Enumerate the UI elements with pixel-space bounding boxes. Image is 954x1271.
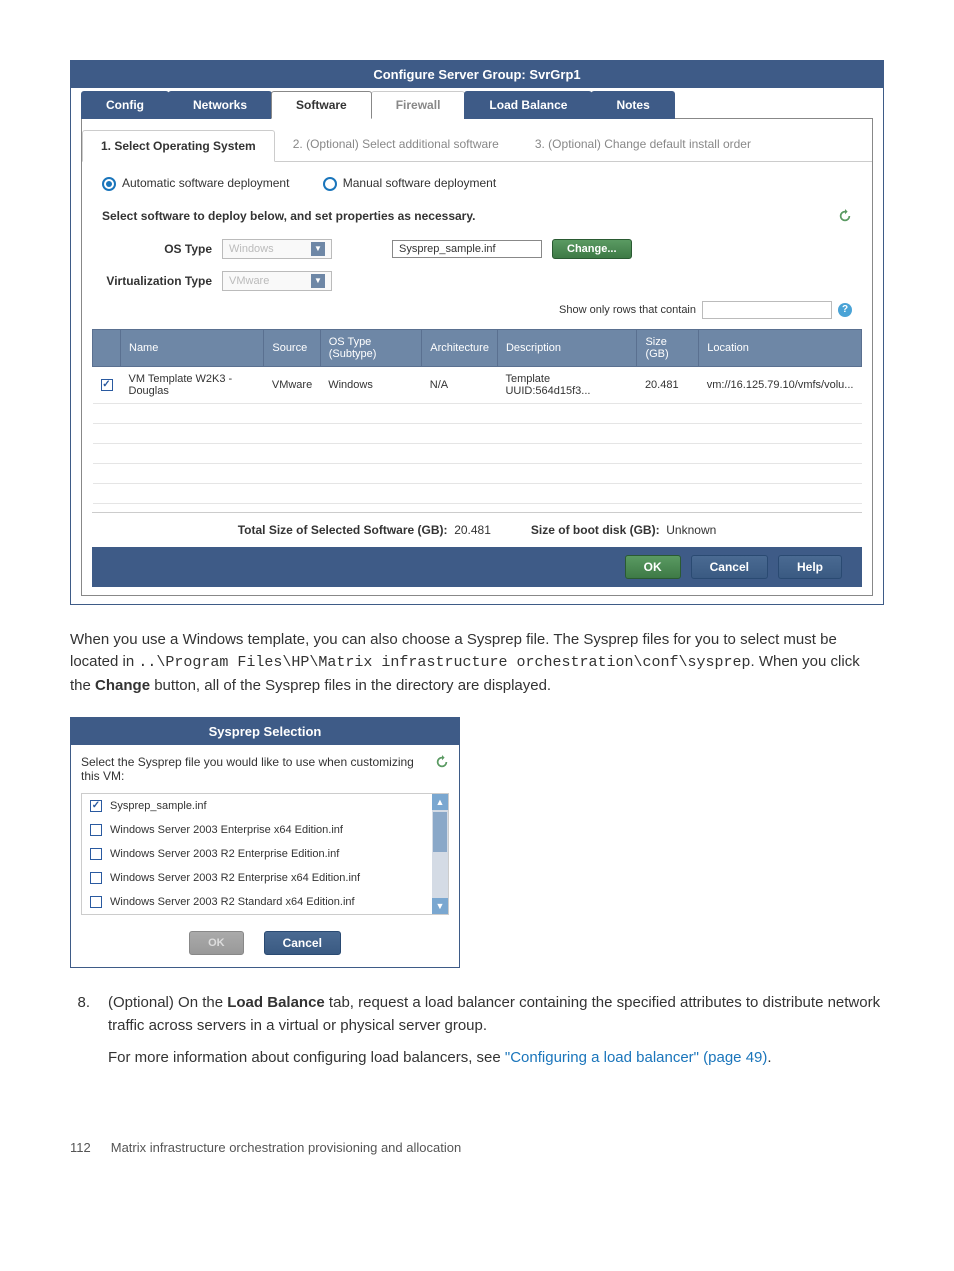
item-checkbox[interactable] [90,872,102,884]
radio-icon [323,177,337,191]
virt-type-label: Virtualization Type [102,274,212,288]
list-item[interactable]: Sysprep_sample.inf [82,794,448,818]
filter-row: Show only rows that contain ? [82,297,872,323]
refresh-icon[interactable] [435,755,449,769]
tab-panel: 1. Select Operating System 2. (Optional)… [81,118,873,596]
sysprep-selection-dialog: Sysprep Selection Select the Sysprep fil… [70,717,460,968]
scrollbar[interactable]: ▲ ▼ [432,794,448,914]
sysprep-list: Sysprep_sample.inf Windows Server 2003 E… [81,793,449,915]
total-size-label: Total Size of Selected Software (GB): [238,523,448,537]
deployment-radio-group: Automatic software deployment Manual sof… [82,162,872,201]
list-item[interactable]: Windows Server 2003 R2 Enterprise x64 Ed… [82,866,448,890]
totals-row: Total Size of Selected Software (GB): 20… [92,512,862,547]
step-number: 8. [70,992,90,1080]
help-icon[interactable]: ? [838,303,852,317]
sysprep-prompt: Select the Sysprep file you would like t… [81,755,435,783]
chapter-title: Matrix infrastructure orchestration prov… [111,1140,461,1155]
cell-arch: N/A [422,366,498,403]
section-heading: Select software to deploy below, and set… [102,209,475,223]
dialog-title: Sysprep Selection [71,718,459,745]
scroll-thumb[interactable] [433,812,447,852]
radio-icon [102,177,116,191]
tab-load-balance[interactable]: Load Balance [464,91,592,119]
page-number: 112 [70,1140,91,1155]
table-row[interactable]: VM Template W2K3 - Douglas VMware Window… [93,366,862,403]
change-button[interactable]: Change... [552,239,632,259]
tab-config[interactable]: Config [81,91,169,119]
col-size[interactable]: Size (GB) [637,329,699,366]
col-loc[interactable]: Location [699,329,862,366]
total-size-value: 20.481 [454,523,491,537]
os-type-select[interactable]: Windows▼ [222,239,332,259]
list-item[interactable]: Windows Server 2003 R2 Standard x64 Edit… [82,890,448,914]
boot-size-label: Size of boot disk (GB): [531,523,660,537]
table-row [93,423,862,443]
list-item[interactable]: Windows Server 2003 Enterprise x64 Editi… [82,818,448,842]
page-footer: 112 Matrix infrastructure orchestration … [70,1140,884,1155]
row-checkbox[interactable] [101,379,113,391]
cancel-button[interactable]: Cancel [264,931,341,955]
tab-networks[interactable]: Networks [168,91,272,119]
boot-size-value: Unknown [666,523,716,537]
tab-notes[interactable]: Notes [591,91,674,119]
virt-type-select[interactable]: VMware▼ [222,271,332,291]
link-configuring-load-balancer[interactable]: "Configuring a load balancer" (page 49) [505,1049,768,1066]
item-checkbox[interactable] [90,848,102,860]
cell-name: VM Template W2K3 - Douglas [121,366,264,403]
list-item[interactable]: Windows Server 2003 R2 Enterprise Editio… [82,842,448,866]
cell-source: VMware [264,366,320,403]
cell-loc: vm://16.125.79.10/vmfs/volu... [699,366,862,403]
col-checkbox [93,329,121,366]
ok-button[interactable]: OK [189,931,244,955]
section-heading-row: Select software to deploy below, and set… [82,201,872,233]
col-source[interactable]: Source [264,329,320,366]
virt-type-row: Virtualization Type VMware▼ [82,265,872,297]
item-checkbox[interactable] [90,896,102,908]
wizard-steps: 1. Select Operating System 2. (Optional)… [82,129,872,162]
cancel-button[interactable]: Cancel [691,555,768,579]
refresh-icon[interactable] [838,209,852,223]
radio-manual-deploy[interactable]: Manual software deployment [323,176,496,190]
configure-server-group-dialog: Configure Server Group: SvrGrp1 Config N… [70,60,884,605]
table-row [93,443,862,463]
step-3[interactable]: 3. (Optional) Change default install ord… [517,129,769,161]
table-row [93,403,862,423]
item-checkbox[interactable] [90,824,102,836]
dialog-tabs: Config Networks Software Firewall Load B… [71,88,883,118]
sysprep-file-field: Sysprep_sample.inf [392,240,542,258]
filter-label: Show only rows that contain [559,304,696,316]
tab-software[interactable]: Software [271,91,372,119]
dialog-button-bar: OK Cancel Help [92,547,862,587]
scroll-track[interactable] [432,810,448,898]
cell-ostype: Windows [320,366,422,403]
chevron-down-icon: ▼ [311,274,325,288]
step-8: 8. (Optional) On the Load Balance tab, r… [70,992,884,1080]
numbered-step-list: 8. (Optional) On the Load Balance tab, r… [70,992,884,1080]
cell-desc: Template UUID:564d15f3... [497,366,636,403]
table-row [93,463,862,483]
software-table: Name Source OS Type (Subtype) Architectu… [92,329,862,504]
ok-button[interactable]: OK [625,555,681,579]
os-type-row: OS Type Windows▼ Sysprep_sample.inf Chan… [82,233,872,265]
dialog-title: Configure Server Group: SvrGrp1 [71,61,883,88]
tab-firewall[interactable]: Firewall [371,91,466,119]
col-arch[interactable]: Architecture [422,329,498,366]
radio-auto-deploy[interactable]: Automatic software deployment [102,176,289,190]
cell-size: 20.481 [637,366,699,403]
chevron-down-icon: ▼ [311,242,325,256]
scroll-down-icon[interactable]: ▼ [432,898,448,914]
scroll-up-icon[interactable]: ▲ [432,794,448,810]
step-2[interactable]: 2. (Optional) Select additional software [275,129,517,161]
dialog-button-bar: OK Cancel [81,925,449,957]
col-ostype[interactable]: OS Type (Subtype) [320,329,422,366]
filter-input[interactable] [702,301,832,319]
step-1[interactable]: 1. Select Operating System [82,130,275,162]
os-type-label: OS Type [102,242,212,256]
col-name[interactable]: Name [121,329,264,366]
help-button[interactable]: Help [778,555,842,579]
table-row [93,483,862,503]
col-desc[interactable]: Description [497,329,636,366]
paragraph-sysprep: When you use a Windows template, you can… [70,629,884,698]
item-checkbox[interactable] [90,800,102,812]
